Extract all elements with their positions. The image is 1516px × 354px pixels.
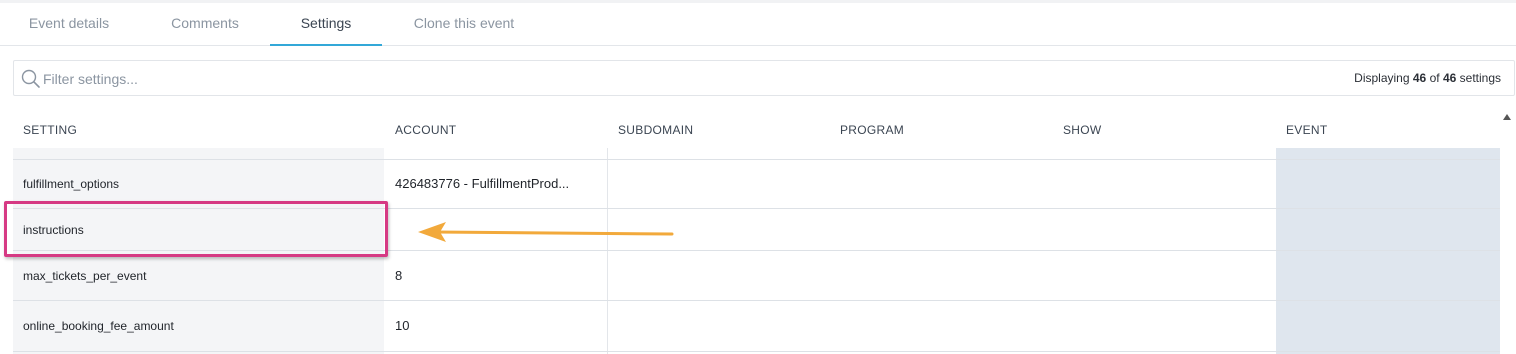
scrollbar-thumb[interactable]	[1503, 128, 1513, 354]
filter-settings-input[interactable]	[41, 67, 945, 91]
setting-name: fulfillment_options	[23, 177, 120, 191]
column-header-program[interactable]: PROGRAM	[840, 112, 904, 148]
account-value: 10	[395, 318, 410, 333]
tab-settings[interactable]: Settings	[270, 3, 382, 46]
annotation-arrow	[418, 222, 674, 242]
setting-name: max_tickets_per_event	[23, 269, 147, 283]
column-header-event[interactable]: EVENT	[1286, 112, 1328, 148]
filter-bar: Displaying 46 of 46 settings	[13, 60, 1515, 96]
column-header-setting[interactable]: SETTING	[23, 112, 77, 148]
column-header-account[interactable]: ACCOUNT	[395, 112, 456, 148]
scroll-up-icon[interactable]	[1503, 114, 1511, 120]
tab-clone-this-event[interactable]: Clone this event	[400, 3, 528, 45]
column-header-subdomain[interactable]: SUBDOMAIN	[618, 112, 693, 148]
account-value: 426483776 - FulfillmentProd...	[395, 176, 570, 191]
tab-event-details[interactable]: Event details	[16, 3, 122, 45]
account-value: 8	[395, 268, 403, 283]
search-icon	[21, 69, 40, 88]
table-row[interactable]: max_tickets_per_event 8	[13, 251, 1500, 301]
tab-comments[interactable]: Comments	[156, 3, 254, 45]
column-header-show[interactable]: SHOW	[1063, 112, 1102, 148]
active-tab-indicator	[270, 44, 382, 46]
setting-name: online_booking_fee_amount	[23, 319, 174, 333]
tab-bar: Event details Comments Settings Clone th…	[0, 3, 1516, 46]
table-row-partial	[13, 148, 1500, 160]
annotation-highlight-box	[4, 201, 388, 257]
table-row[interactable]: online_booking_fee_amount 10	[13, 301, 1500, 352]
settings-count: Displaying 46 of 46 settings	[1354, 71, 1501, 85]
